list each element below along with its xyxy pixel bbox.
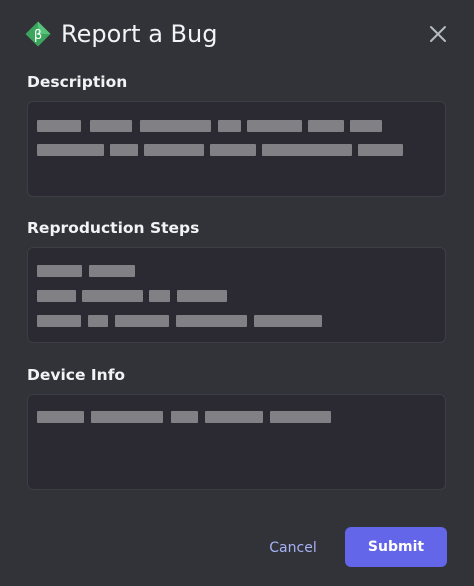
placeholder-text — [205, 411, 263, 423]
dialog-title: Report a Bug — [61, 20, 218, 48]
placeholder-text — [110, 144, 138, 156]
placeholder-text — [171, 411, 198, 423]
placeholder-text — [177, 290, 227, 302]
placeholder-text — [254, 315, 322, 327]
placeholder-text — [37, 144, 104, 156]
reproduction-steps-field[interactable] — [27, 247, 446, 343]
description-label: Description — [27, 73, 128, 91]
dialog-header: β Report a Bug — [0, 0, 474, 70]
placeholder-text — [37, 315, 81, 327]
beta-icon: β — [25, 21, 51, 47]
submit-button[interactable]: Submit — [345, 527, 447, 567]
placeholder-text — [358, 144, 403, 156]
placeholder-text — [218, 120, 241, 132]
close-icon[interactable] — [426, 22, 450, 46]
placeholder-text — [247, 120, 302, 132]
placeholder-text — [89, 265, 135, 277]
svg-text:β: β — [34, 28, 42, 43]
placeholder-text — [37, 290, 76, 302]
placeholder-text — [144, 144, 204, 156]
placeholder-text — [91, 411, 163, 423]
cancel-button[interactable]: Cancel — [256, 531, 330, 565]
placeholder-text — [350, 120, 382, 132]
placeholder-text — [37, 265, 82, 277]
placeholder-text — [37, 120, 81, 132]
placeholder-text — [270, 411, 331, 423]
placeholder-text — [37, 411, 84, 423]
placeholder-text — [176, 315, 247, 327]
placeholder-text — [149, 290, 170, 302]
device-info-field[interactable] — [27, 394, 446, 490]
placeholder-text — [82, 290, 143, 302]
placeholder-text — [88, 315, 108, 327]
placeholder-text — [115, 315, 169, 327]
device-info-label: Device Info — [27, 366, 126, 384]
placeholder-text — [308, 120, 344, 132]
reproduction-steps-label: Reproduction Steps — [27, 219, 200, 237]
placeholder-text — [262, 144, 352, 156]
placeholder-text — [210, 144, 256, 156]
placeholder-text — [90, 120, 132, 132]
placeholder-text — [140, 120, 211, 132]
description-field[interactable] — [27, 101, 446, 197]
